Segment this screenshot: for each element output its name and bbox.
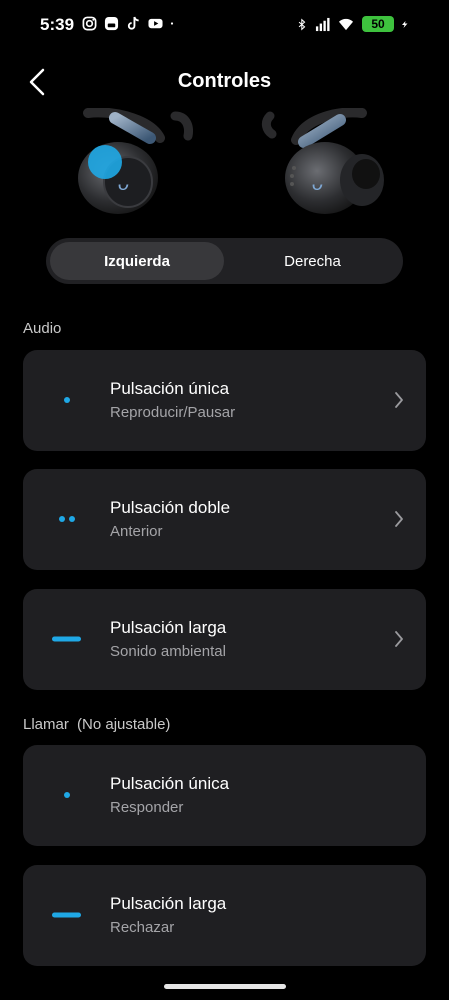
svg-text:ᴗ: ᴗ: [118, 173, 129, 195]
section-label-call: Llamar (No ajustable): [23, 716, 170, 733]
section-label-call-note: (No ajustable): [77, 716, 171, 733]
control-item-title: Pulsación larga: [110, 894, 227, 913]
control-item-title: Pulsación única: [110, 379, 230, 398]
tab-left[interactable]: Izquierda: [50, 242, 224, 280]
system-icons: 50: [297, 16, 409, 32]
battery-icon: 50: [362, 16, 394, 32]
control-item-action: Sonido ambiental: [110, 643, 226, 660]
chevron-right-icon: [395, 392, 403, 408]
control-item-action: Rechazar: [110, 919, 175, 936]
header: Controles: [0, 58, 449, 106]
youtube-icon: [148, 18, 163, 29]
right-earbud: ᴗ: [261, 108, 384, 214]
chevron-right-icon: [395, 631, 403, 647]
notification-icons: [82, 16, 178, 31]
dot-icon: [170, 22, 174, 25]
charging-icon: [402, 20, 408, 28]
section-label-call-title: Llamar: [23, 716, 69, 733]
wifi-icon: [338, 18, 354, 30]
chevron-right-icon: [395, 511, 403, 527]
section-label-audio: Audio: [23, 320, 62, 337]
tab-right[interactable]: Derecha: [226, 242, 399, 280]
control-item-action: Responder: [110, 799, 184, 816]
control-item-single-press[interactable]: Pulsación única Reproducir/Pausar: [23, 350, 426, 451]
side-selector: Izquierda Derecha: [46, 238, 403, 284]
instagram-icon: [82, 16, 97, 31]
battery-level: 50: [371, 17, 385, 31]
page-title: Controles: [177, 70, 272, 92]
single-dot-icon: [64, 792, 70, 798]
earbuds-image: ᴗ ᴗ: [78, 108, 384, 214]
control-item-action: Anterior: [110, 523, 163, 540]
control-item-title: Pulsación doble: [110, 498, 231, 517]
single-dot-icon: [64, 397, 70, 403]
control-item-double-press[interactable]: Pulsación doble Anterior: [23, 469, 426, 570]
control-item-title: Pulsación única: [110, 774, 230, 793]
double-dot-icon: [59, 516, 75, 522]
control-item-action: Reproducir/Pausar: [110, 404, 236, 421]
svg-text:ᴗ: ᴗ: [312, 173, 323, 195]
home-indicator[interactable]: [164, 984, 286, 989]
status-bar: 5:39 50: [0, 0, 449, 52]
status-time: 5:39: [40, 15, 75, 34]
tiktok-icon: [127, 16, 139, 30]
control-item-title: Pulsación larga: [110, 618, 227, 637]
signal-icon: [315, 17, 330, 31]
bluetooth-icon: [298, 18, 306, 30]
control-item-long-press[interactable]: Pulsación larga Sonido ambiental: [23, 589, 426, 690]
call-control-item-long-press: Pulsación larga Rechazar: [23, 865, 426, 966]
long-press-bar-icon: [52, 636, 81, 642]
left-earbud: ᴗ: [78, 108, 193, 214]
long-press-bar-icon: [52, 912, 81, 918]
messages-icon: [104, 16, 119, 31]
call-control-item-single-press: Pulsación única Responder: [23, 745, 426, 846]
